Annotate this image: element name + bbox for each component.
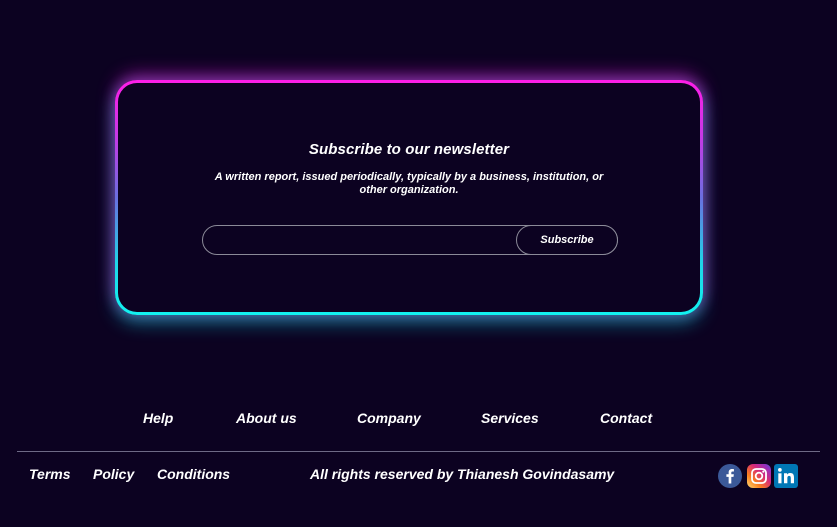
- newsletter-card-inner: Subscribe to our newsletter A written re…: [118, 83, 700, 312]
- instagram-icon: [747, 464, 771, 488]
- footer-link-help[interactable]: Help: [143, 410, 173, 426]
- footer-nav: Help About us Company Services Contact: [0, 410, 837, 428]
- linkedin-icon: [774, 464, 798, 488]
- subscribe-button[interactable]: Subscribe: [516, 225, 618, 255]
- copyright-text: All rights reserved by Thianesh Govindas…: [310, 466, 615, 482]
- instagram-link[interactable]: [747, 464, 771, 488]
- linkedin-link[interactable]: [774, 464, 798, 488]
- newsletter-title: Subscribe to our newsletter: [308, 141, 510, 158]
- legal-link-terms[interactable]: Terms: [29, 466, 71, 482]
- facebook-icon: [718, 464, 742, 488]
- footer-link-services[interactable]: Services: [481, 410, 539, 426]
- facebook-link[interactable]: [718, 464, 742, 488]
- footer-link-company[interactable]: Company: [357, 410, 421, 426]
- footer-link-about-us[interactable]: About us: [236, 410, 297, 426]
- footer-divider: [17, 451, 820, 452]
- newsletter-description: A written report, issued periodically, t…: [214, 171, 604, 196]
- subscribe-form: Subscribe: [202, 225, 618, 255]
- legal-link-conditions[interactable]: Conditions: [157, 466, 230, 482]
- legal-link-policy[interactable]: Policy: [93, 466, 134, 482]
- newsletter-card: Subscribe to our newsletter A written re…: [115, 80, 703, 315]
- footer-link-contact[interactable]: Contact: [600, 410, 652, 426]
